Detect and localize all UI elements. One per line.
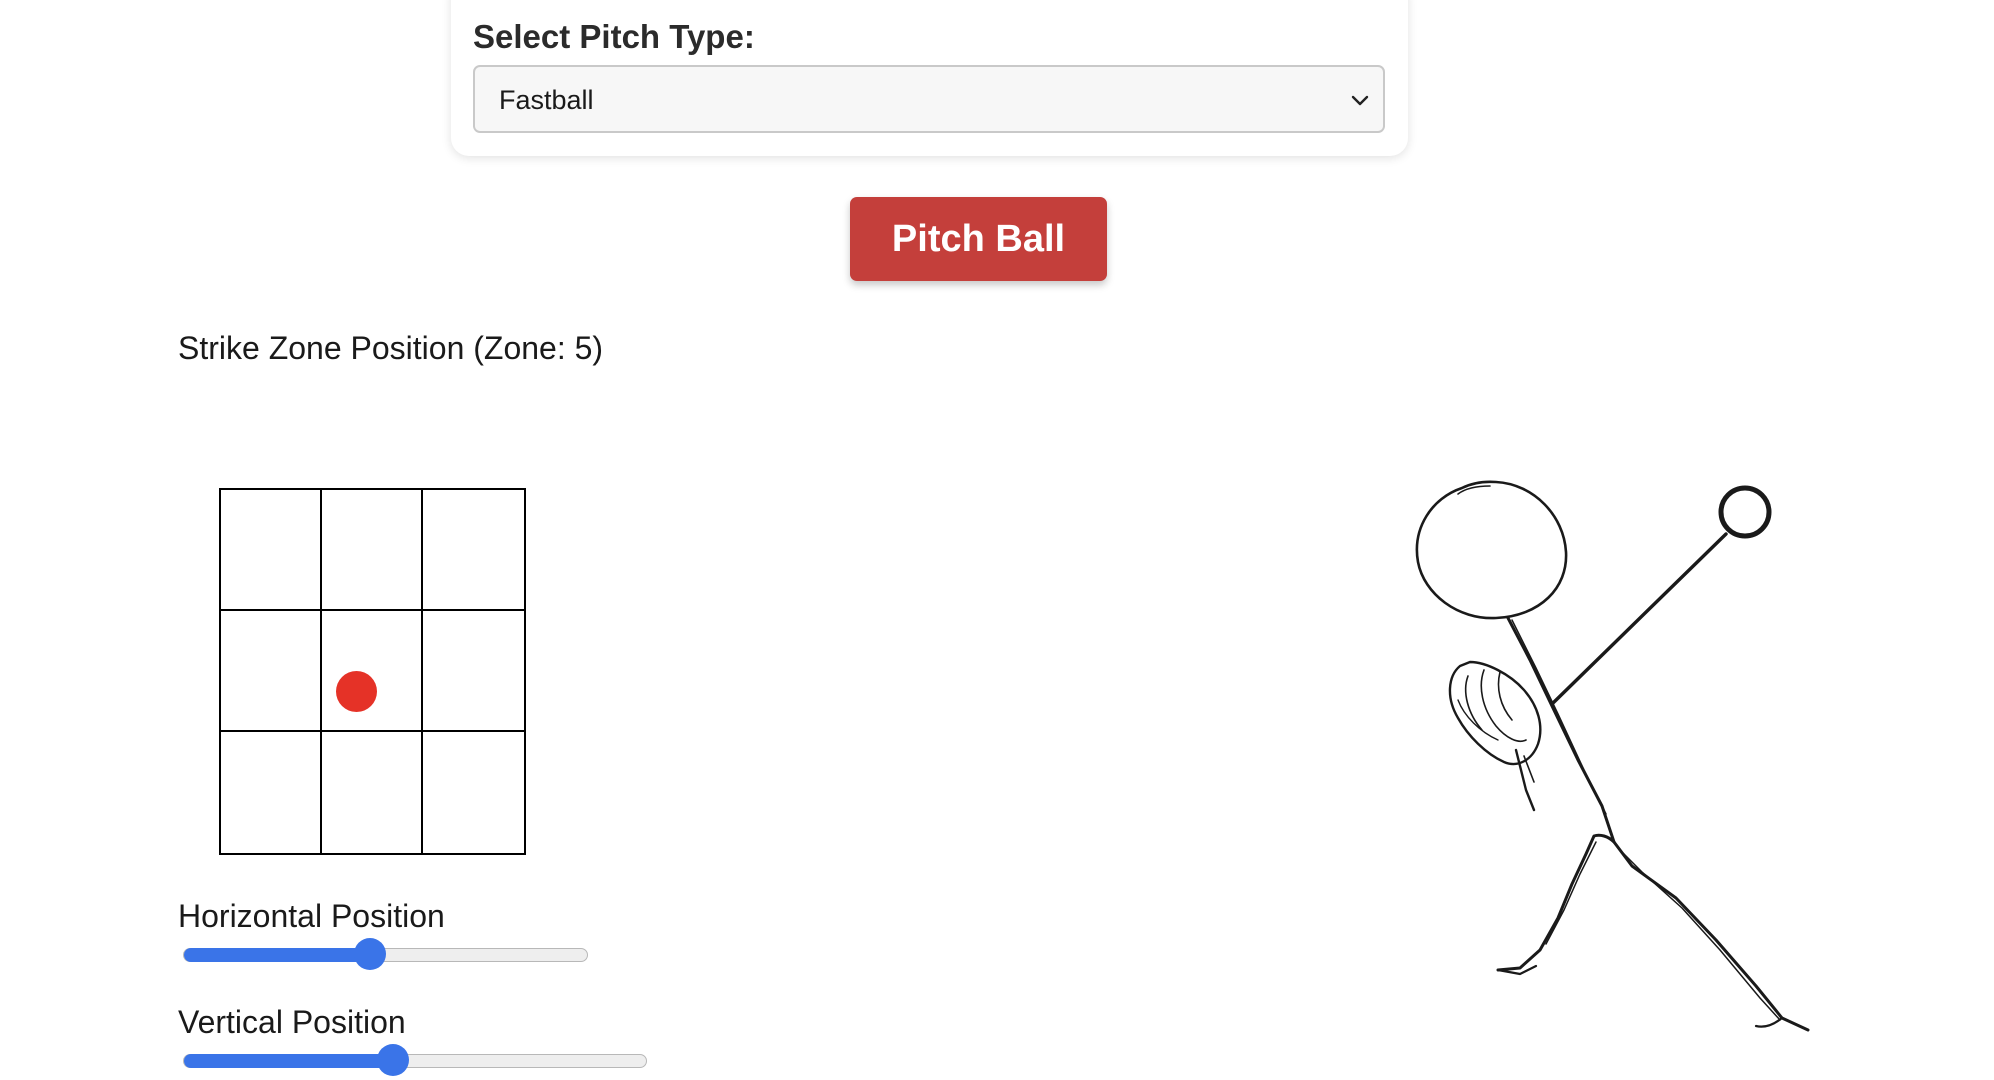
pitch-type-selected-value: Fastball	[499, 85, 594, 115]
strike-zone-number: 5	[574, 330, 593, 366]
zone-cell-9	[423, 732, 524, 853]
zone-cell-1	[221, 490, 322, 611]
zone-cell-6	[423, 611, 524, 732]
ball-marker	[336, 671, 377, 712]
zone-cell-4	[221, 611, 322, 732]
zone-cell-5	[322, 611, 423, 732]
horizontal-slider-thumb[interactable]	[354, 938, 386, 970]
vertical-position-slider[interactable]	[183, 1044, 647, 1076]
zone-cell-7	[221, 732, 322, 853]
pitcher-sketch	[1415, 480, 1810, 1032]
chevron-down-icon	[1351, 95, 1369, 106]
strike-zone-label-suffix: )	[592, 330, 604, 366]
strike-zone-label: Strike Zone Position (Zone: 5)	[178, 330, 603, 367]
zone-cell-2	[322, 490, 423, 611]
zone-cell-3	[423, 490, 524, 611]
pitch-type-select[interactable]: Fastball	[473, 65, 1385, 133]
pitch-ball-button[interactable]: Pitch Ball	[850, 197, 1107, 281]
vertical-slider-thumb[interactable]	[377, 1044, 409, 1076]
horizontal-position-slider[interactable]	[183, 938, 588, 970]
vertical-slider-fill	[184, 1054, 393, 1068]
strike-zone-grid	[219, 488, 526, 855]
pitch-type-label: Select Pitch Type:	[473, 18, 755, 55]
vertical-position-label: Vertical Position	[178, 1004, 406, 1040]
strike-zone-label-prefix: Strike Zone Position (Zone:	[178, 330, 575, 366]
horizontal-slider-fill	[184, 948, 370, 962]
pitch-type-card: Select Pitch Type: Fastball	[451, 0, 1408, 156]
pitch-simulator: Select Pitch Type: Fastball Pitch Ball S…	[0, 0, 1994, 1080]
horizontal-position-label: Horizontal Position	[178, 898, 445, 934]
zone-cell-8	[322, 732, 423, 853]
